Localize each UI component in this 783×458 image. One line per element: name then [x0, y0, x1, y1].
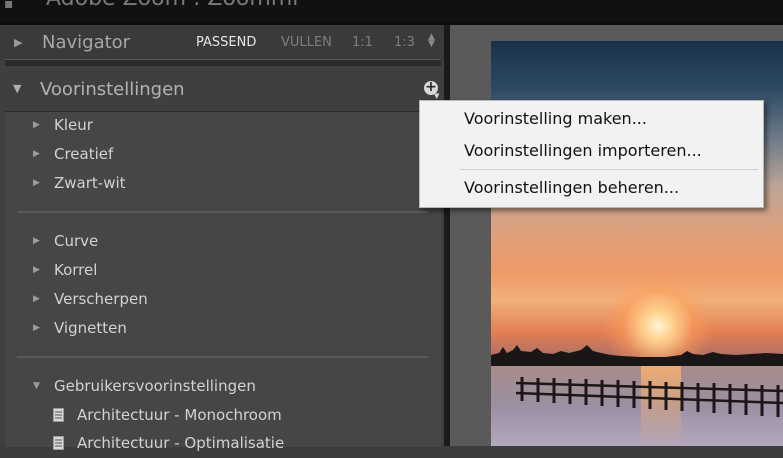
left-panel: ▶ Navigator PASSEND VULLEN 1:1 1:3 ▲ ▼ ▼ …	[0, 25, 444, 452]
preset-item[interactable]: Architectuur - Monochroom	[5, 404, 441, 430]
window-title-bar: ▪ Adobe Zoom : Zoommi	[0, 0, 783, 22]
menu-divider	[460, 169, 758, 170]
zoom-1-1-button[interactable]: 1:1	[352, 35, 373, 50]
group-divider	[17, 356, 428, 358]
triangle-right-icon: ▶	[33, 149, 40, 159]
preset-item[interactable]: Architectuur - Optimalisatie	[5, 432, 441, 458]
zoom-stepper-icon[interactable]: ▲ ▼	[428, 33, 435, 49]
preset-group-vignetten[interactable]: ▶ Vignetten	[5, 317, 441, 343]
menu-item-manage-presets[interactable]: Voorinstellingen beheren...	[464, 178, 679, 197]
triangle-right-icon: ▶	[33, 265, 40, 275]
navigator-collapsed-bar	[5, 59, 441, 66]
triangle-right-icon: ▶	[33, 323, 40, 333]
triangle-right-icon: ▶	[33, 120, 40, 130]
preset-group-verscherpen[interactable]: ▶ Verscherpen	[5, 288, 441, 314]
chevron-down-icon: ▼	[434, 92, 440, 100]
presets-list: ▶ Kleur ▶ Creatief ▶ Zwart-wit ▶ Curve ▶…	[5, 111, 441, 452]
triangle-right-icon: ▶	[33, 178, 40, 188]
preview-area	[450, 25, 783, 446]
preset-group-label: Korrel	[54, 261, 98, 279]
preset-item-label: Architectuur - Monochroom	[77, 406, 282, 424]
preset-group-label: Gebruikersvoorinstellingen	[54, 377, 256, 395]
treeline-silhouette	[491, 345, 783, 367]
presets-title: Voorinstellingen	[40, 79, 185, 100]
menu-item-import-presets[interactable]: Voorinstellingen importeren...	[464, 141, 702, 160]
preset-group-curve[interactable]: ▶ Curve	[5, 230, 441, 256]
preset-group-kleur[interactable]: ▶ Kleur	[5, 114, 441, 140]
triangle-down-icon: ▼	[33, 381, 40, 391]
preset-group-label: Creatief	[54, 145, 114, 163]
triangle-down-icon[interactable]: ▼	[13, 82, 21, 95]
navigator-title: Navigator	[42, 32, 131, 53]
document-icon	[53, 436, 64, 450]
preset-context-menu: Voorinstelling maken... Voorinstellingen…	[419, 100, 764, 208]
zoom-passend-button[interactable]: PASSEND	[196, 35, 256, 50]
menu-item-create-preset[interactable]: Voorinstelling maken...	[464, 109, 647, 128]
zoom-vullen-button[interactable]: VULLEN	[281, 35, 332, 50]
triangle-right-icon: ▶	[33, 294, 40, 304]
preset-group-user[interactable]: ▼ Gebruikersvoorinstellingen	[5, 375, 441, 401]
presets-header[interactable]: ▼ Voorinstellingen + ▼	[0, 69, 444, 111]
preset-group-creatief[interactable]: ▶ Creatief	[5, 143, 441, 169]
preset-group-label: Kleur	[54, 116, 93, 134]
app-title: Adobe Zoom : Zoommi	[46, 0, 298, 11]
navigator-header[interactable]: ▶ Navigator PASSEND VULLEN 1:1 1:3 ▲ ▼	[0, 25, 444, 66]
preset-item-label: Architectuur - Optimalisatie	[77, 434, 285, 452]
preset-group-label: Vignetten	[54, 319, 127, 337]
preset-group-zwart-wit[interactable]: ▶ Zwart-wit	[5, 172, 441, 198]
zoom-1-3-button[interactable]: 1:3	[394, 35, 415, 50]
group-divider	[17, 211, 428, 213]
fence-silhouette	[516, 377, 783, 417]
preset-group-korrel[interactable]: ▶ Korrel	[5, 259, 441, 285]
triangle-right-icon[interactable]: ▶	[14, 36, 22, 49]
document-icon	[53, 408, 64, 422]
preset-group-label: Zwart-wit	[54, 174, 126, 192]
preset-group-label: Curve	[54, 232, 99, 250]
preset-group-label: Verscherpen	[54, 290, 148, 308]
triangle-right-icon: ▶	[33, 236, 40, 246]
menu-dash-icon[interactable]: ▪	[4, 0, 14, 12]
